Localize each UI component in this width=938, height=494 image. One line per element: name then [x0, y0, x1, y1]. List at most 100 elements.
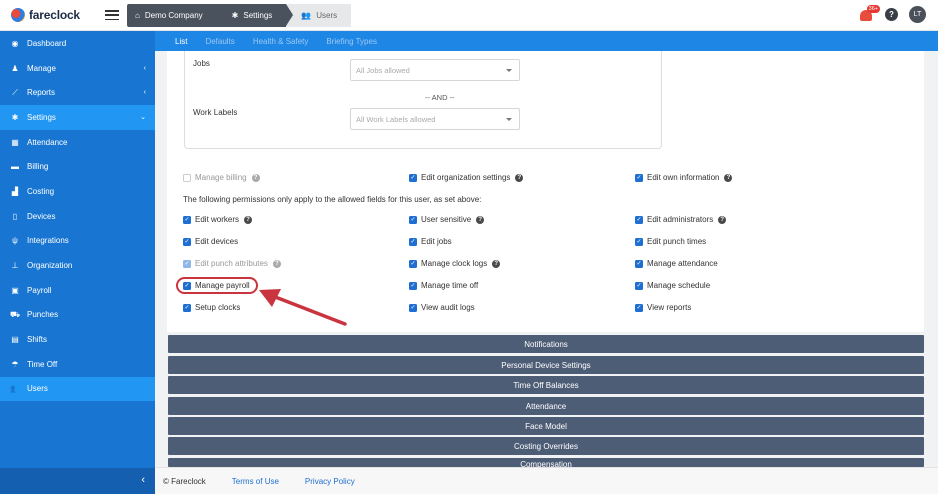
perm-label: Manage attendance: [647, 259, 718, 268]
sidebar-item-label: Settings: [27, 112, 56, 122]
footer: © Fareclock Terms of Use Privacy Policy: [155, 467, 938, 494]
accordion-compensation[interactable]: Compensation: [168, 458, 924, 467]
umbrella-icon: ☂: [11, 359, 19, 369]
perm-manage-clock-logs[interactable]: ✓ Manage clock logs ?: [409, 259, 501, 268]
sidebar-item-label: Manage: [27, 63, 56, 73]
perm-label: Edit jobs: [421, 237, 452, 246]
perm-setup-clocks[interactable]: ✓ Setup clocks: [183, 303, 240, 312]
perm-manage-schedule[interactable]: ✓ Manage schedule: [635, 281, 710, 290]
checkbox-checked-icon[interactable]: ✓: [635, 237, 643, 246]
logo[interactable]: fareclock: [11, 8, 91, 22]
help-icon[interactable]: ?: [244, 215, 253, 224]
checkbox-checked-icon[interactable]: ✓: [409, 259, 417, 268]
jobs-select-value: All Jobs allowed: [356, 65, 410, 75]
fareclock-logo-icon: [11, 8, 25, 22]
perm-edit-administrators[interactable]: ✓ Edit administrators ?: [635, 215, 727, 224]
checkbox-checked-icon[interactable]: ✓: [635, 303, 643, 312]
help-icon[interactable]: ?: [724, 173, 733, 182]
help-icon[interactable]: ?: [476, 215, 485, 224]
checkbox-checked-icon[interactable]: ✓: [409, 237, 417, 246]
sidebar-item-shifts[interactable]: ▤ Shifts: [0, 327, 155, 352]
accordion-personal-device-settings[interactable]: Personal Device Settings: [168, 356, 924, 374]
help-icon[interactable]: ?: [492, 259, 501, 268]
breadcrumb-users[interactable]: 👥 Users: [286, 3, 352, 27]
perm-manage-attendance[interactable]: ✓ Manage attendance: [635, 259, 718, 268]
tab-defaults[interactable]: Defaults: [205, 37, 234, 46]
org-icon: ⊥: [11, 261, 19, 271]
sidebar-item-integrations[interactable]: ψ Integrations: [0, 229, 155, 254]
privacy-link[interactable]: Privacy Policy: [305, 477, 355, 486]
accordion-face-model[interactable]: Face Model: [168, 417, 924, 435]
checkbox-checked-icon[interactable]: ✓: [635, 173, 643, 182]
sidebar-item-attendance[interactable]: ▦ Attendance: [0, 130, 155, 155]
menu-icon[interactable]: [105, 10, 119, 20]
breadcrumb-company[interactable]: ⌂ Demo Company: [127, 3, 217, 27]
sidebar-item-billing[interactable]: ▬ Billing: [0, 154, 155, 179]
perm-view-audit-logs[interactable]: ✓ View audit logs: [409, 303, 475, 312]
perm-label: Edit administrators: [647, 215, 714, 224]
perm-edit-own-information[interactable]: ✓ Edit own information ?: [635, 173, 733, 182]
checkbox-checked-icon[interactable]: ✓: [409, 173, 417, 182]
tab-briefing-types[interactable]: Briefing Types: [326, 37, 377, 46]
help-icon[interactable]: ?: [885, 8, 898, 21]
sidebar-item-payroll[interactable]: ▣ Payroll: [0, 278, 155, 303]
perm-label: Edit own information: [647, 173, 720, 182]
perm-manage-time-off[interactable]: ✓ Manage time off: [409, 281, 478, 290]
checkbox-checked-icon[interactable]: ✓: [183, 303, 191, 312]
sidebar-item-costing[interactable]: ▟ Costing: [0, 179, 155, 204]
notifications-button[interactable]: 36+: [860, 4, 880, 22]
checkbox-checked-icon[interactable]: ✓: [409, 303, 417, 312]
checkbox-checked-icon[interactable]: ✓: [409, 281, 417, 290]
calendar-icon: ▦: [11, 137, 19, 147]
accordion-notifications[interactable]: Notifications: [168, 335, 924, 353]
perm-edit-organization-settings[interactable]: ✓ Edit organization settings ?: [409, 173, 524, 182]
perm-view-reports[interactable]: ✓ View reports: [635, 303, 691, 312]
checkbox-checked-icon[interactable]: ✓: [635, 281, 643, 290]
accordion-costing-overrides[interactable]: Costing Overrides: [168, 437, 924, 455]
collapse-sidebar-icon[interactable]: ‹: [141, 474, 145, 486]
help-icon[interactable]: ?: [718, 215, 727, 224]
perm-manage-billing[interactable]: Manage billing ?: [183, 173, 260, 182]
perm-edit-punch-times[interactable]: ✓ Edit punch times: [635, 237, 706, 246]
jobs-label: Jobs: [193, 59, 210, 68]
checkbox-checked-icon[interactable]: ✓: [635, 259, 643, 268]
sidebar-item-devices[interactable]: ▯ Devices: [0, 204, 155, 229]
checkbox-checked-icon[interactable]: ✓: [635, 215, 643, 224]
perm-edit-devices[interactable]: ✓ Edit devices: [183, 237, 238, 246]
sidebar-item-label: Time Off: [27, 359, 58, 369]
accordion-time-off-balances[interactable]: Time Off Balances: [168, 376, 924, 394]
sidebar: ◉ Dashboard ♟ Manage ‹ ⟋ Reports ‹ ✱ Settings ⌄…: [0, 31, 155, 494]
perm-label: Manage billing: [195, 173, 247, 182]
checkbox-checked-icon[interactable]: ✓: [183, 237, 191, 246]
settings-tabs: List Defaults Health & Safety Briefing T…: [155, 31, 938, 51]
sidebar-item-manage[interactable]: ♟ Manage ‹: [0, 56, 155, 81]
sidebar-item-settings[interactable]: ✱ Settings ⌄: [0, 105, 155, 130]
perm-edit-punch-attributes[interactable]: ✓ Edit punch attributes ?: [183, 259, 281, 268]
perm-user-sensitive[interactable]: ✓ User sensitive ?: [409, 215, 485, 224]
sidebar-item-users[interactable]: 👥 Users: [0, 376, 155, 402]
checkbox-checked-icon[interactable]: ✓: [409, 215, 417, 224]
avatar[interactable]: LT: [909, 6, 926, 23]
and-separator: -- AND --: [425, 93, 455, 102]
tab-health-safety[interactable]: Health & Safety: [253, 37, 309, 46]
help-icon[interactable]: ?: [251, 173, 260, 182]
jobs-select[interactable]: All Jobs allowed: [350, 59, 520, 81]
checkbox-unchecked-icon[interactable]: [183, 173, 191, 182]
perm-edit-jobs[interactable]: ✓ Edit jobs: [409, 237, 452, 246]
terms-link[interactable]: Terms of Use: [232, 477, 279, 486]
sidebar-item-reports[interactable]: ⟋ Reports ‹: [0, 80, 155, 105]
sidebar-item-time-off[interactable]: ☂ Time Off: [0, 352, 155, 377]
work-labels-select[interactable]: All Work Labels allowed: [350, 108, 520, 130]
sidebar-item-organization[interactable]: ⊥ Organization: [0, 253, 155, 278]
sidebar-item-dashboard[interactable]: ◉ Dashboard: [0, 31, 155, 56]
breadcrumb-settings[interactable]: ✱ Settings: [216, 3, 287, 27]
perm-edit-workers[interactable]: ✓ Edit workers ?: [183, 215, 253, 224]
tab-list[interactable]: List: [175, 37, 187, 46]
sidebar-item-punches[interactable]: ⛟ Punches: [0, 303, 155, 328]
checkbox-checked-icon[interactable]: ✓: [183, 259, 191, 268]
checkbox-checked-icon[interactable]: ✓: [183, 215, 191, 224]
help-icon[interactable]: ?: [272, 259, 281, 268]
accordion-attendance[interactable]: Attendance: [168, 397, 924, 415]
help-icon[interactable]: ?: [515, 173, 524, 182]
perm-label: User sensitive: [421, 215, 472, 224]
